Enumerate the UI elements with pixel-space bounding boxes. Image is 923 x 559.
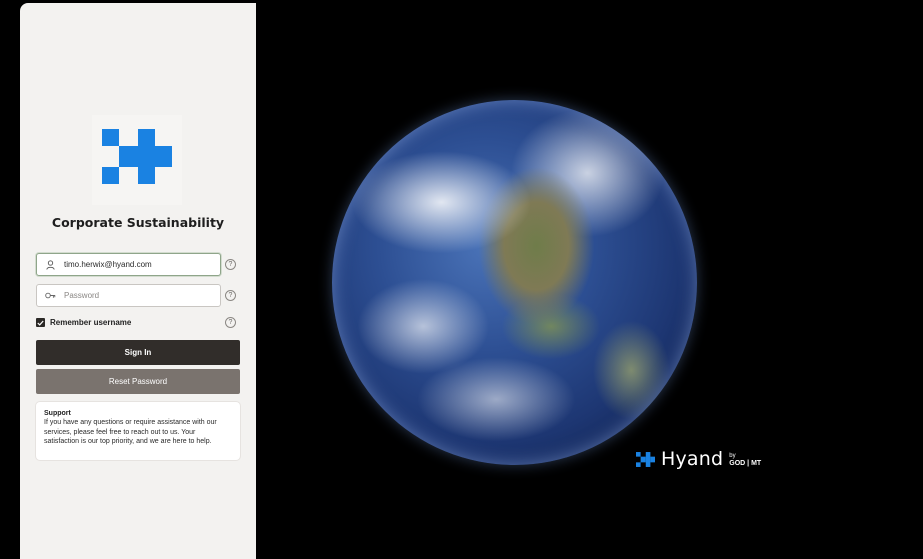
login-window: Corporate Sustainability ? ? <box>0 0 923 559</box>
remember-username-option[interactable]: Remember username <box>36 318 131 327</box>
brand-logo-icon <box>636 451 655 467</box>
password-field[interactable] <box>36 284 221 307</box>
app-title: Corporate Sustainability <box>51 215 225 230</box>
support-text: If you have any questions or require ass… <box>44 419 217 445</box>
brand-name: Hyand <box>661 448 724 470</box>
brand-org: GOD | MT <box>729 460 762 467</box>
key-icon <box>45 290 56 301</box>
password-help-icon[interactable]: ? <box>225 290 236 301</box>
plus-cross-logo-icon <box>102 129 172 184</box>
brand-by: by <box>729 453 736 459</box>
username-input[interactable] <box>64 260 214 269</box>
user-icon <box>45 259 56 270</box>
earth-atmosphere-glow <box>332 100 697 465</box>
check-icon <box>37 320 44 326</box>
support-card: Support If you have any questions or req… <box>36 402 240 460</box>
sign-in-button[interactable]: Sign In <box>36 340 240 365</box>
brand-byline: by GOD | MT <box>729 453 761 467</box>
app-logo <box>92 115 182 205</box>
support-title: Support <box>44 410 71 417</box>
remember-help-icon[interactable]: ? <box>225 317 236 328</box>
remember-username-checkbox[interactable] <box>36 318 45 327</box>
username-field[interactable] <box>36 253 221 276</box>
login-panel: Corporate Sustainability ? ? <box>20 3 256 559</box>
reset-password-button[interactable]: Reset Password <box>36 369 240 394</box>
username-help-icon[interactable]: ? <box>225 259 236 270</box>
password-input[interactable] <box>64 291 214 300</box>
brand-logo: Hyand by GOD | MT <box>636 448 761 470</box>
remember-username-label: Remember username <box>50 318 132 327</box>
